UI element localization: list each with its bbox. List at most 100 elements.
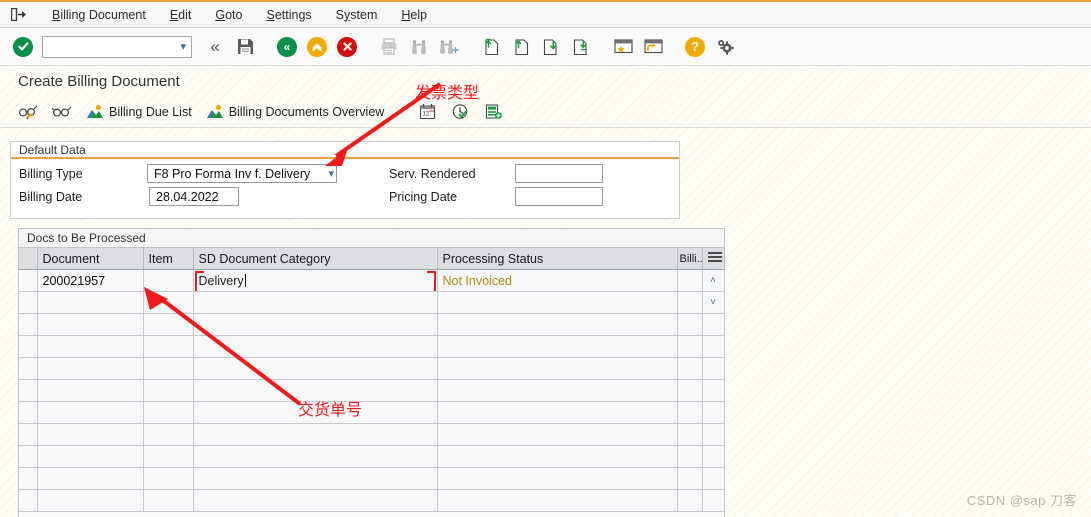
table-row[interactable] xyxy=(19,489,725,512)
table-row[interactable]: ˅ xyxy=(19,291,725,314)
new-window-button[interactable] xyxy=(640,34,666,60)
cell-item[interactable] xyxy=(143,269,194,292)
cell-document[interactable] xyxy=(37,445,144,468)
back-button[interactable]: « xyxy=(202,34,228,60)
scrollbar-track[interactable] xyxy=(702,489,725,512)
find-button[interactable] xyxy=(406,34,432,60)
cell-billing[interactable] xyxy=(677,313,703,336)
billing-date-input[interactable] xyxy=(154,188,236,205)
cell-document[interactable] xyxy=(37,357,144,380)
row-selector[interactable] xyxy=(19,401,38,424)
cell-item[interactable] xyxy=(143,379,194,402)
cell-document[interactable] xyxy=(37,379,144,402)
table-row[interactable] xyxy=(19,357,725,380)
menu-item-edit[interactable]: Edit xyxy=(158,5,204,25)
cell-item[interactable] xyxy=(143,291,194,314)
enter-button[interactable] xyxy=(10,34,36,60)
row-selector[interactable] xyxy=(19,445,38,468)
cell-processing-status[interactable] xyxy=(437,401,678,424)
table-row[interactable] xyxy=(19,379,725,402)
row-selector[interactable] xyxy=(19,291,38,314)
cell-document[interactable] xyxy=(37,467,144,490)
cell-document[interactable] xyxy=(37,401,144,424)
serv-rendered-field[interactable] xyxy=(515,164,603,183)
table-row[interactable] xyxy=(19,445,725,468)
cell-item[interactable] xyxy=(143,313,194,336)
cell-processing-status[interactable] xyxy=(437,423,678,446)
billing-date-field[interactable] xyxy=(149,187,239,206)
column-header-item[interactable]: Item xyxy=(143,248,194,270)
pricing-date-field[interactable] xyxy=(515,187,603,206)
pricing-date-button[interactable] xyxy=(445,100,476,123)
cell-billing[interactable] xyxy=(677,379,703,402)
cell-sd-document-category[interactable] xyxy=(193,489,438,512)
scrollbar-track[interactable] xyxy=(702,313,725,336)
add-item-button[interactable] xyxy=(478,100,509,123)
cell-processing-status[interactable] xyxy=(437,291,678,314)
cell-processing-status[interactable] xyxy=(437,489,678,512)
chevron-down-icon[interactable]: ▾ xyxy=(177,40,189,53)
next-page-button[interactable] xyxy=(538,34,564,60)
command-field[interactable]: ▾ xyxy=(42,35,192,58)
cell-item[interactable] xyxy=(143,401,194,424)
cell-sd-document-category[interactable] xyxy=(193,313,438,336)
cell-sd-document-category[interactable] xyxy=(193,467,438,490)
table-row[interactable] xyxy=(19,423,725,446)
cell-billing[interactable] xyxy=(677,269,703,292)
row-selector[interactable] xyxy=(19,423,38,446)
column-header-billing[interactable]: Billi... xyxy=(677,248,703,270)
cell-billing[interactable] xyxy=(677,335,703,358)
row-selector[interactable] xyxy=(19,467,38,490)
cell-sd-document-category[interactable] xyxy=(193,445,438,468)
column-header-processing-status[interactable]: Processing Status xyxy=(437,248,678,270)
scrollbar-track[interactable] xyxy=(702,357,725,380)
up-button[interactable] xyxy=(304,34,330,60)
print-button[interactable] xyxy=(376,34,402,60)
cell-document[interactable]: 200021957 xyxy=(37,269,144,292)
scroll-down-button[interactable]: ˅ xyxy=(702,291,725,314)
cell-processing-status[interactable] xyxy=(437,357,678,380)
billing-type-input[interactable] xyxy=(152,165,325,182)
table-row[interactable] xyxy=(19,313,725,336)
column-header-sd-document-category[interactable]: SD Document Category xyxy=(193,248,438,270)
column-header-document[interactable]: Document xyxy=(37,248,144,270)
menu-item-goto[interactable]: Goto xyxy=(203,5,254,25)
scrollbar-track[interactable] xyxy=(702,379,725,402)
row-selector[interactable] xyxy=(19,489,38,512)
cell-billing[interactable] xyxy=(677,357,703,380)
cell-sd-document-category[interactable] xyxy=(193,379,438,402)
last-page-button[interactable] xyxy=(568,34,594,60)
cell-processing-status[interactable] xyxy=(437,313,678,336)
menu-item-help[interactable]: Help xyxy=(389,5,439,25)
cell-item[interactable] xyxy=(143,357,194,380)
cell-processing-status[interactable] xyxy=(437,335,678,358)
billing-type-select[interactable]: ▾ xyxy=(147,164,337,183)
scrollbar-track[interactable] xyxy=(702,401,725,424)
cell-document[interactable] xyxy=(37,489,144,512)
billing-due-list-button[interactable]: Billing Due List xyxy=(80,101,198,123)
table-row[interactable]: 200021957 Delivery Not Invoiced ˄ xyxy=(19,269,725,292)
cell-processing-status[interactable] xyxy=(437,467,678,490)
cell-item[interactable] xyxy=(143,445,194,468)
cell-sd-document-category[interactable] xyxy=(193,423,438,446)
pricing-date-input[interactable] xyxy=(520,188,600,205)
cell-billing[interactable] xyxy=(677,445,703,468)
cell-processing-status[interactable] xyxy=(437,445,678,468)
cell-item[interactable] xyxy=(143,489,194,512)
cell-sd-document-category[interactable] xyxy=(193,357,438,380)
display-button[interactable] xyxy=(46,101,78,123)
cell-sd-document-category[interactable]: Delivery xyxy=(193,269,438,292)
billing-documents-overview-button[interactable]: Billing Documents Overview xyxy=(200,101,391,123)
command-input[interactable] xyxy=(47,38,178,55)
cell-document[interactable] xyxy=(37,313,144,336)
cell-item[interactable] xyxy=(143,335,194,358)
scrollbar-track[interactable] xyxy=(702,445,725,468)
menu-item-settings[interactable]: Settings xyxy=(254,5,323,25)
cell-item[interactable] xyxy=(143,467,194,490)
display-change-button[interactable] xyxy=(12,101,44,123)
row-selector[interactable] xyxy=(19,269,38,292)
menu-item-billing-document[interactable]: Billing Document xyxy=(40,5,158,25)
scrollbar-track[interactable] xyxy=(702,335,725,358)
cell-document[interactable] xyxy=(37,423,144,446)
row-selector[interactable] xyxy=(19,335,38,358)
